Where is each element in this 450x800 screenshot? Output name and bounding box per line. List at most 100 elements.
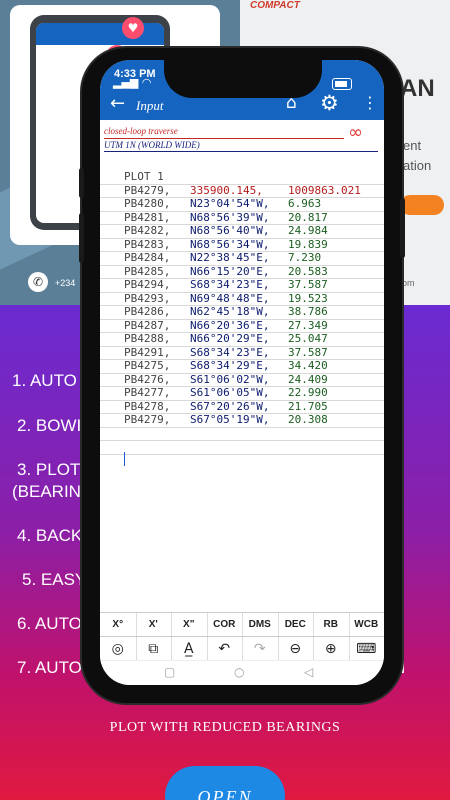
editor-line[interactable]: PB4279, S67°05'19"W, 20.308 xyxy=(100,413,384,428)
feature-item: 4. BACK xyxy=(17,526,83,545)
bearing-value: N62°45'18"W, xyxy=(190,305,270,318)
bearing-value: N68°56'40"W, xyxy=(190,224,270,237)
key-dec-button[interactable]: DEC xyxy=(278,613,314,637)
editor-line[interactable]: PB4276, S61°06'02"W, 24.409 xyxy=(100,372,384,387)
editor-line-empty[interactable] xyxy=(100,440,384,455)
editor-line[interactable]: PLOT 1 xyxy=(100,170,384,185)
brand-text: COMPACT xyxy=(250,0,300,11)
distance-value: 19.839 xyxy=(288,237,328,251)
copy-icon[interactable]: ⧉ xyxy=(136,637,172,661)
station-name: PB4277, xyxy=(124,386,171,399)
gear-icon[interactable]: ⚙ xyxy=(320,91,339,115)
station-name: PB4278, xyxy=(124,399,171,413)
feature-item: 2. BOWI xyxy=(17,416,82,435)
zoom-out-icon[interactable]: ⊖ xyxy=(278,637,314,661)
recents-icon[interactable]: ▢ xyxy=(164,665,175,679)
station-name: PB4281, xyxy=(124,210,171,224)
editor-line[interactable]: PB4294, S68°34'23"E, 37.587 xyxy=(100,278,384,293)
system-nav-bar: ▢ ○ ◁ xyxy=(100,660,384,685)
infinity-icon[interactable]: ∞ xyxy=(348,122,363,143)
distance-value: 20.583 xyxy=(288,264,328,278)
station-name: PB4291, xyxy=(124,345,171,359)
text-cursor xyxy=(124,452,125,466)
bearing-value: S61°06'02"W, xyxy=(190,372,270,386)
station-name: PB4294, xyxy=(124,278,171,291)
distance-value: 21.705 xyxy=(288,399,328,413)
target-icon[interactable]: ◎ xyxy=(100,637,137,661)
editor-line[interactable]: PB4291, S68°34'23"E, 37.587 xyxy=(100,345,384,360)
promo-headline-fragment: AN xyxy=(400,75,435,102)
key-sec-button[interactable]: X" xyxy=(171,613,208,637)
distance-value: 20.308 xyxy=(288,413,328,426)
feature-item: (BEARIN xyxy=(12,482,81,501)
station-name: PB4293, xyxy=(124,291,171,305)
feature-item: 3. PLOT xyxy=(17,460,81,479)
bearing-value: N66°15'20"E, xyxy=(190,264,270,278)
feature-item: 7. AUTO xyxy=(17,658,82,677)
key-min-button[interactable]: X' xyxy=(136,613,172,637)
key-rb-button[interactable]: RB xyxy=(313,613,350,637)
editor-line[interactable]: PB4286, N62°45'18"W, 38.786 xyxy=(100,305,384,320)
bearing-value: S67°20'26"W, xyxy=(190,399,270,413)
traverse-header: closed-loop traverse UTM 1N (WORLD WIDE)… xyxy=(100,122,384,154)
toolbar-symbols: X° X' X" COR DMS DEC RB WCB xyxy=(100,612,384,637)
zoom-in-icon[interactable]: ⊕ xyxy=(313,637,350,661)
battery-icon xyxy=(332,78,352,90)
editor-line[interactable]: PB4282, N68°56'40"W, 24.984 xyxy=(100,224,384,239)
editor-line[interactable]: PB4285, N66°15'20"E, 20.583 xyxy=(100,264,384,279)
home-icon[interactable]: ○ xyxy=(234,665,244,679)
key-dms-button[interactable]: DMS xyxy=(242,613,279,637)
editor-line[interactable]: PB4287, N66°20'36"E, 27.349 xyxy=(100,318,384,333)
redo-icon[interactable]: ↷ xyxy=(242,637,279,661)
station-name: PB4285, xyxy=(124,264,171,278)
bearing-value: S68°34'23"E, xyxy=(190,345,270,359)
open-button[interactable]: OPEN xyxy=(165,766,285,800)
editor-line[interactable]: PB4283, N68°56'34"W, 19.839 xyxy=(100,237,384,252)
editor-line[interactable]: PB4278, S67°20'26"W, 21.705 xyxy=(100,399,384,414)
station-name: PLOT 1 xyxy=(124,170,164,183)
editor-line[interactable]: PB4279, 335900.145, 1009863.021 xyxy=(100,184,384,198)
input-editor[interactable]: PLOT 1 PB4279, 335900.145, 1009863.021 PB428… xyxy=(100,168,384,618)
station-name: PB4287, xyxy=(124,318,171,332)
distance-value: 6.963 xyxy=(288,197,322,210)
promo-phone-fragment: +234 xyxy=(55,278,76,288)
more-vertical-icon[interactable]: ⋮ xyxy=(362,93,378,112)
back-nav-icon[interactable]: ◁ xyxy=(304,665,313,679)
station-name: PB4280, xyxy=(124,197,171,210)
traverse-type-label[interactable]: closed-loop traverse xyxy=(104,126,178,136)
distance-value: 37.587 xyxy=(288,278,328,291)
editor-line[interactable]: PB4275, S68°34'29"E, 34.420 xyxy=(100,359,384,374)
distance-value: 27.349 xyxy=(288,318,328,332)
zone-label[interactable]: UTM 1N (WORLD WIDE) xyxy=(104,140,200,150)
text-format-icon[interactable]: A̲ xyxy=(171,637,208,661)
station-name: PB4283, xyxy=(124,237,171,251)
feature-item: 5. EASY xyxy=(22,570,87,589)
station-name: PB4275, xyxy=(124,359,171,372)
promo-text-fragment: ent ation xyxy=(403,138,432,173)
station-name: PB4284, xyxy=(124,251,171,264)
distance-value: 24.409 xyxy=(288,372,328,386)
editor-line[interactable]: PB4280, N23°04'54"W, 6.963 xyxy=(100,197,384,212)
promo-site-fragment: om xyxy=(402,278,415,288)
editor-line[interactable]: PB4288, N66°20'29"E, 25.047 xyxy=(100,332,384,347)
editor-line[interactable]: PB4284, N22°38'45"E, 7.230 xyxy=(100,251,384,266)
key-cor-button[interactable]: COR xyxy=(207,613,243,637)
editor-line[interactable]: PB4293, N69°48'48"E, 19.523 xyxy=(100,291,384,306)
editor-line[interactable]: PB4277, S61°06'05"W, 22.990 xyxy=(100,386,384,401)
undo-icon[interactable]: ↶ xyxy=(207,637,243,661)
distance-value: 19.523 xyxy=(288,291,328,305)
editor-line[interactable]: PB4281, N68°56'39"W, 20.817 xyxy=(100,210,384,225)
editor-line-empty[interactable] xyxy=(100,427,384,441)
key-deg-button[interactable]: X° xyxy=(100,613,137,637)
station-name: PB4286, xyxy=(124,305,171,318)
distance-value: 7.230 xyxy=(288,251,322,264)
keyboard-icon[interactable]: ⌨ xyxy=(349,637,385,661)
bearing-value: S67°05'19"W, xyxy=(190,413,270,426)
bearing-value: N68°56'39"W, xyxy=(190,210,270,224)
bearing-value: S68°34'29"E, xyxy=(190,359,270,372)
key-wcb-button[interactable]: WCB xyxy=(349,613,385,637)
back-arrow-icon[interactable]: ← xyxy=(110,93,125,114)
promo-orange-button xyxy=(400,195,444,215)
feature-item: 1. AUTO xyxy=(12,371,77,390)
distance-value: 24.984 xyxy=(288,224,328,237)
